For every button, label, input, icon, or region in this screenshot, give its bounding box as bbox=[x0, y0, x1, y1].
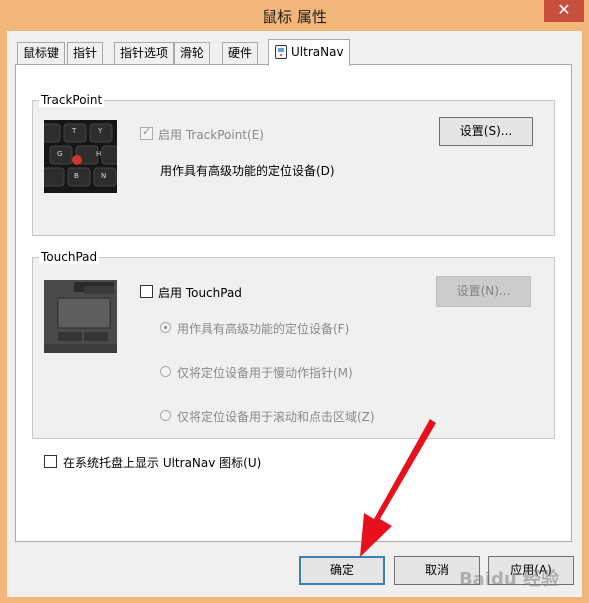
tab-pointers[interactable]: 指针 bbox=[67, 42, 104, 64]
touchpad-option-advanced-radio[interactable] bbox=[160, 322, 171, 333]
touchpad-enable-checkbox[interactable] bbox=[140, 285, 153, 298]
trackpoint-settings-button[interactable]: 设置(S)... bbox=[439, 117, 533, 146]
tab-pointer-options[interactable]: 指针选项 bbox=[114, 42, 175, 64]
trackpoint-group-label: TrackPoint bbox=[39, 93, 105, 107]
tab-wheel[interactable]: 滑轮 bbox=[174, 42, 211, 64]
window-frame-right bbox=[582, 31, 589, 603]
trackpoint-enable-checkbox[interactable] bbox=[140, 125, 153, 140]
touchpad-settings-button[interactable]: 设置(N)... bbox=[436, 276, 531, 307]
touchpad-option-slow-label: 仅将定位设备用于慢动作指针(M) bbox=[177, 366, 353, 380]
tab-buttons[interactable]: 鼠标键 bbox=[17, 42, 66, 64]
watermark: Baidu 经验 bbox=[458, 569, 559, 590]
trackpoint-description: 用作具有高级功能的定位设备(D) bbox=[160, 164, 335, 178]
touchpad-image bbox=[44, 280, 117, 353]
touchpad-group-label: TouchPad bbox=[39, 250, 100, 264]
svg-text:H: H bbox=[96, 150, 101, 158]
touchpad-option-advanced-label: 用作具有高级功能的定位设备(F) bbox=[177, 322, 350, 336]
svg-text:B: B bbox=[74, 172, 79, 180]
close-button[interactable]: ✕ bbox=[544, 0, 584, 22]
svg-text:N: N bbox=[101, 172, 106, 180]
tab-ultranav-label: UltraNav bbox=[291, 45, 344, 59]
touchpad-enable-label: 启用 TouchPad bbox=[158, 286, 242, 300]
ultranav-icon bbox=[275, 45, 287, 59]
annotation-arrow bbox=[340, 415, 450, 568]
touchpad-option-slow-radio[interactable] bbox=[160, 366, 171, 377]
tab-hardware[interactable]: 硬件 bbox=[222, 42, 259, 64]
tray-icon-label: 在系统托盘上显示 UltraNav 图标(U) bbox=[63, 456, 262, 470]
svg-text:T: T bbox=[71, 127, 77, 135]
title-bar[interactable]: 鼠标 属性 ✕ bbox=[0, 0, 589, 31]
svg-text:G: G bbox=[57, 150, 62, 158]
window-frame-left bbox=[0, 31, 7, 603]
svg-text:Y: Y bbox=[97, 127, 103, 135]
window-title: 鼠标 属性 bbox=[262, 8, 327, 26]
window-frame-bottom bbox=[0, 597, 589, 603]
trackpoint-keyboard-image: T Y G H B N bbox=[44, 120, 117, 193]
touchpad-option-scroll-radio[interactable] bbox=[160, 410, 171, 421]
tab-ultranav[interactable]: UltraNav bbox=[268, 39, 350, 66]
tray-icon-checkbox[interactable] bbox=[44, 455, 57, 468]
trackpoint-enable-label: 启用 TrackPoint(E) bbox=[158, 128, 264, 142]
